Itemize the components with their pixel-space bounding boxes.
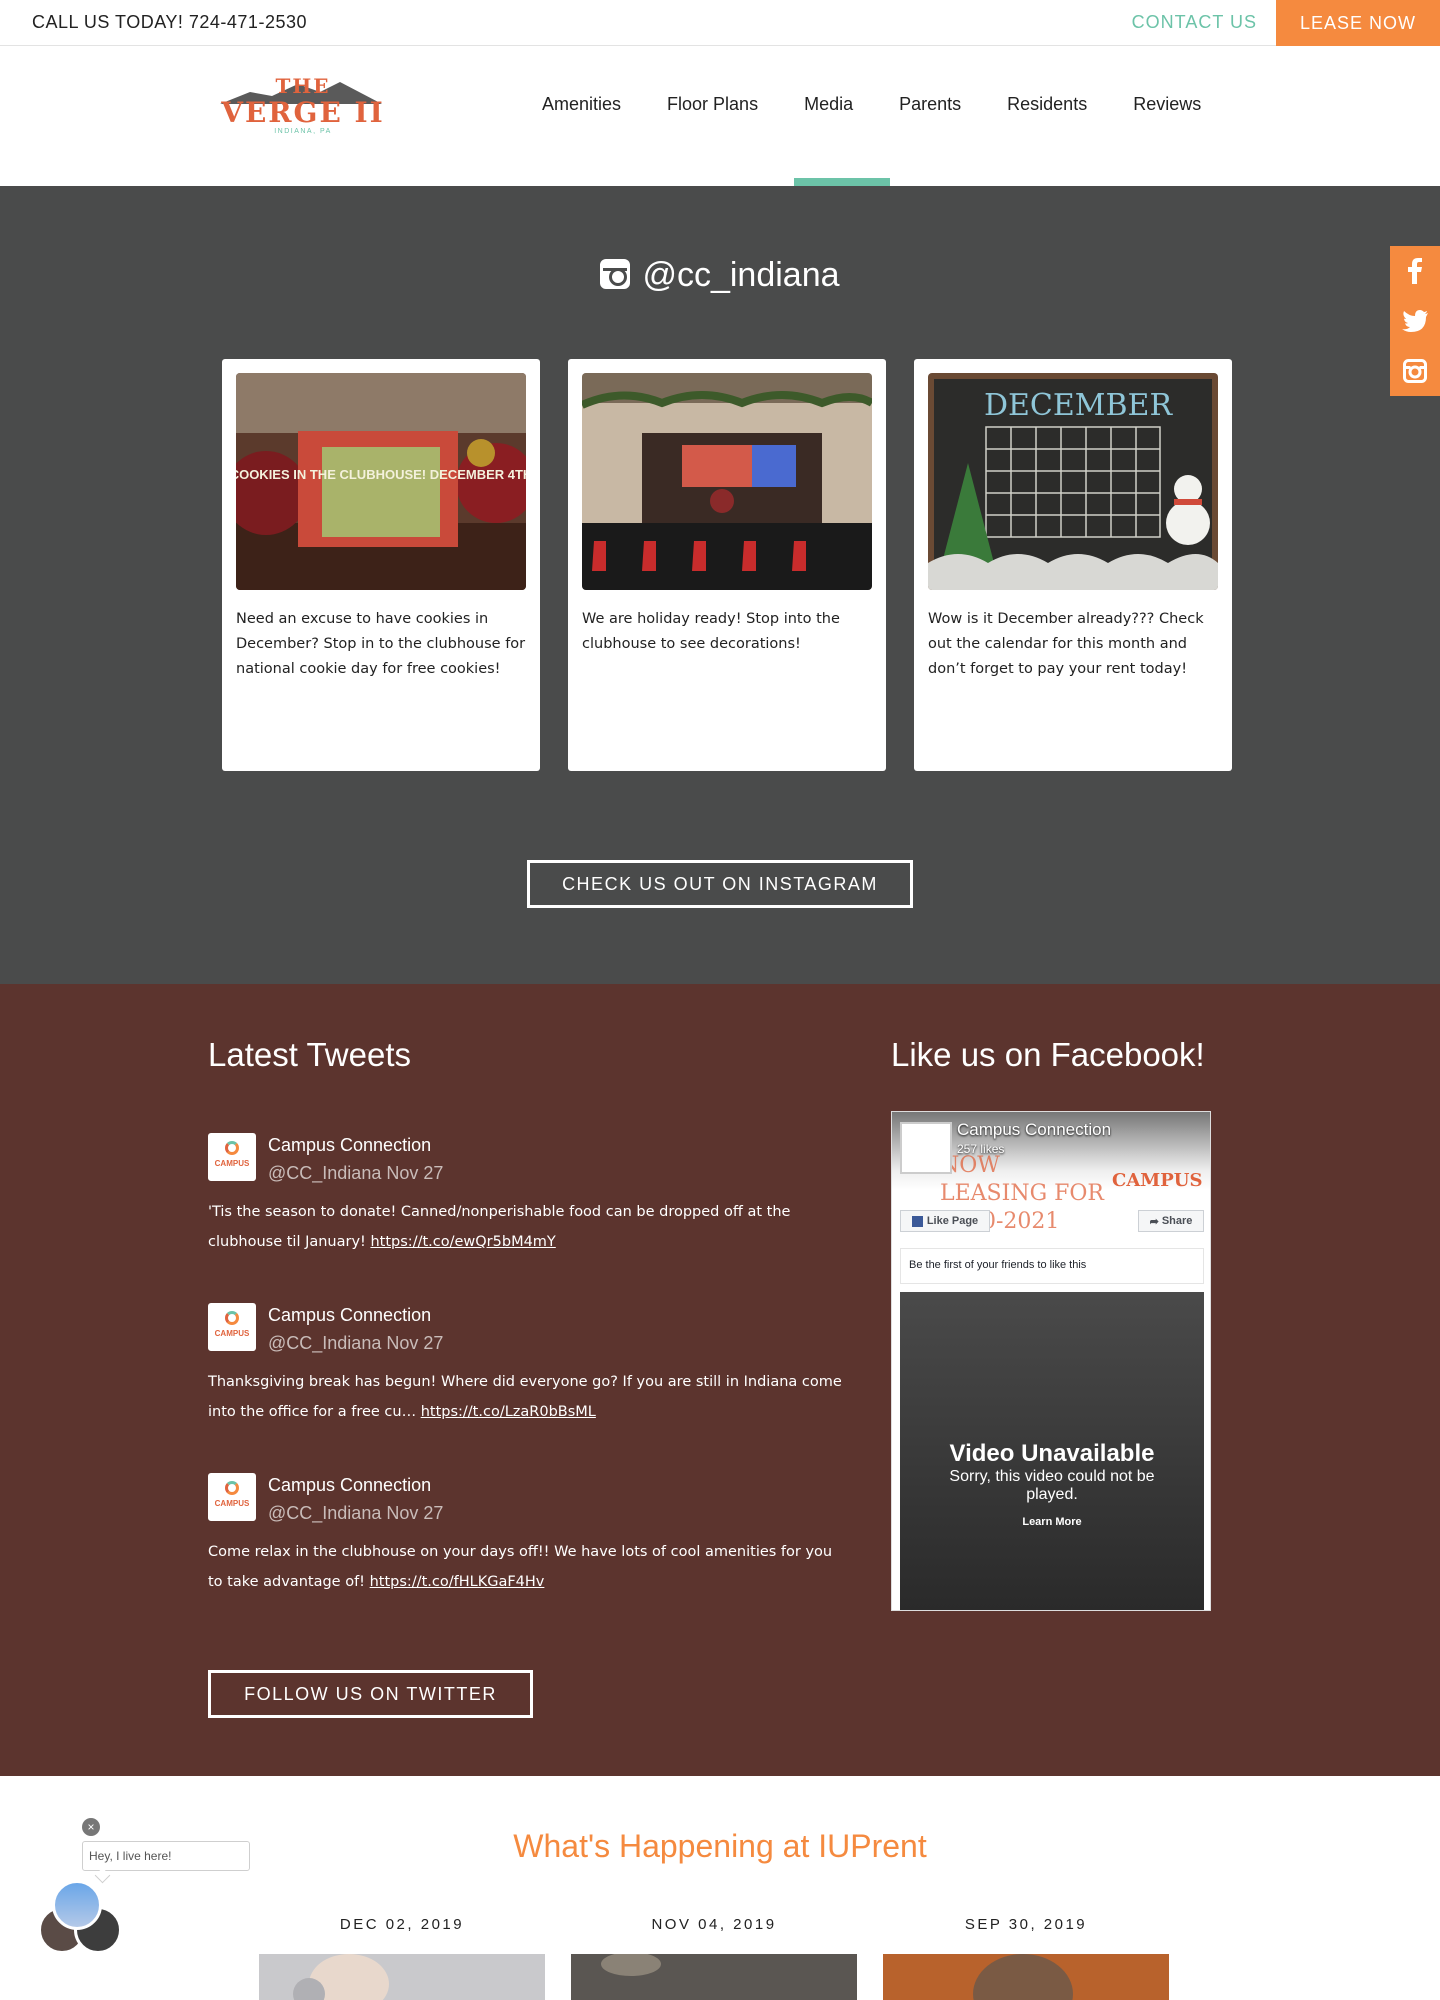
happenings-section: What's Happening at IUPrent DEC 02, 2019… [0,1776,1440,2000]
facebook-like-page-button[interactable]: Like Page [900,1210,990,1232]
social-sidebar [1390,246,1440,396]
tweet-text: Thanksgiving break has begun! Where did … [208,1374,842,1420]
instagram-post-card[interactable]: COOKIES IN THE CLUBHOUSE! DECEMBER 4TH N… [222,359,540,771]
instagram-icon [600,259,631,289]
share-arrow-icon: ➦ [1149,1215,1159,1228]
blog-post-card[interactable]: DEC 02, 2019 [259,1916,545,2000]
nav-parents[interactable]: Parents [899,94,961,115]
instagram-handle-text: @cc_indiana [642,256,840,294]
campus-logo-icon [225,1311,239,1325]
instagram-icon[interactable] [1390,346,1440,396]
facebook-page-avatar[interactable] [900,1122,952,1174]
nav-amenities[interactable]: Amenities [542,94,621,115]
blog-post-thumbnail[interactable] [259,1954,545,2000]
facebook-heading: Like us on Facebook! [891,1036,1205,1073]
campus-logo-icon [225,1141,239,1155]
tweet-text: 'Tis the season to donate! Canned/nonper… [208,1204,791,1250]
tweet-avatar[interactable]: CAMPUS [208,1133,256,1181]
tweet-item: CAMPUS Campus Connection @CC_Indiana Nov… [208,1473,848,1603]
tweet-avatar[interactable]: CAMPUS [208,1303,256,1351]
instagram-post-card[interactable]: We are holiday ready! Stop into the club… [568,359,886,771]
blog-post-date: NOV 04, 2019 [651,1916,777,1933]
nav-floor-plans[interactable]: Floor Plans [667,94,758,115]
instagram-post-card[interactable]: DECEMBER Wow is it December already??? C… [914,359,1232,771]
instagram-post-photo: COOKIES IN THE CLUBHOUSE! DECEMBER 4TH [236,373,526,590]
blog-post-card[interactable]: SEP 30, 2019 [883,1916,1169,2000]
tweet-link[interactable]: https://t.co/ewQr5bM4mY [370,1234,555,1250]
instagram-post-caption: We are holiday ready! Stop into the club… [582,611,840,652]
chat-greeting-bubble[interactable]: Hey, I live here! [82,1841,250,1871]
video-learn-more-link[interactable]: Learn More [900,1516,1204,1528]
nav-active-indicator [794,178,890,186]
tweet-avatar[interactable]: CAMPUS [208,1473,256,1521]
instagram-post-photo: DECEMBER [928,373,1218,590]
blog-post-date: DEC 02, 2019 [339,1916,465,1933]
nav-media[interactable]: Media [804,94,853,115]
contact-us-link[interactable]: CONTACT US [1132,12,1257,33]
nav-reviews[interactable]: Reviews [1133,94,1201,115]
video-unavailable-message: Sorry, this video could not be played. [949,1468,1155,1503]
instagram-post-caption: Wow is it December already??? Check out … [928,611,1204,677]
blog-post-date: SEP 30, 2019 [964,1916,1088,1933]
top-bar: CALL US TODAY! 724-471-2530 CONTACT US L… [0,0,1440,46]
blog-post-card[interactable]: NOV 04, 2019 [571,1916,857,2000]
cover-campus-logo: CAMPUS [1112,1170,1203,1191]
phone-number[interactable]: CALL US TODAY! 724-471-2530 [32,12,307,33]
nav-residents[interactable]: Residents [1007,94,1087,115]
facebook-video[interactable]: Video Unavailable Sorry, this video coul… [900,1292,1204,1610]
tweet-handle-date[interactable]: @CC_Indiana Nov 27 [268,1503,443,1524]
tweet-text: Come relax in the clubhouse on your days… [208,1544,833,1590]
tweet-author[interactable]: Campus Connection [268,1135,431,1156]
social-feed-section: Latest Tweets CAMPUS Campus Connection @… [0,984,1440,1776]
facebook-share-button[interactable]: ➦ Share [1138,1210,1204,1232]
tweet-handle-date[interactable]: @CC_Indiana Nov 27 [268,1163,443,1184]
instagram-handle[interactable]: @cc_indiana [0,256,1440,295]
logo-line-2: VERGE II [221,96,385,129]
chat-close-icon[interactable]: × [82,1818,100,1836]
instagram-section: @cc_indiana COOKIES IN THE CLUBHOUSE! DE… [0,186,1440,984]
campus-logo-icon [225,1481,239,1495]
tweet-link[interactable]: https://t.co/fHLKGaF4Hv [370,1574,545,1590]
tweet-author[interactable]: Campus Connection [268,1475,431,1496]
facebook-f-icon [911,1215,923,1227]
logo-line-3: INDIANA, PA [274,128,332,135]
latest-tweets-heading: Latest Tweets [208,1036,412,1073]
tweet-handle-date[interactable]: @CC_Indiana Nov 27 [268,1333,443,1354]
tweet-link[interactable]: https://t.co/LzaR0bBsML [421,1404,596,1420]
photo-text: DECEMBER [984,388,1173,423]
instagram-cta-button[interactable]: CHECK US OUT ON INSTAGRAM [527,860,913,908]
facebook-likes-count: 257 likes [957,1142,1005,1156]
instagram-post-photo [582,373,872,590]
twitter-icon[interactable] [1390,296,1440,346]
site-logo[interactable]: THE VERGE II INDIANA, PA [212,70,394,140]
blog-post-thumbnail[interactable] [883,1954,1169,2000]
tweet-author[interactable]: Campus Connection [268,1305,431,1326]
facebook-icon[interactable] [1390,246,1440,296]
facebook-page-name[interactable]: Campus Connection [957,1120,1111,1140]
facebook-friends-text: Be the first of your friends to like thi… [900,1248,1204,1284]
facebook-widget: NOW LEASING FOR 2020-2021 CAMPUS Campus … [891,1111,1211,1611]
lease-now-button[interactable]: LEASE NOW [1276,0,1440,46]
photo-text: COOKIES IN THE CLUBHOUSE! DECEMBER 4TH [236,467,526,482]
tweet-item: CAMPUS Campus Connection @CC_Indiana Nov… [208,1303,848,1433]
instagram-post-caption: Need an excuse to have cookies in Decemb… [236,611,526,677]
tweet-item: CAMPUS Campus Connection @CC_Indiana Nov… [208,1133,848,1263]
main-nav: Amenities Floor Plans Media Parents Resi… [542,94,1247,115]
chat-avatar[interactable] [52,1880,102,1930]
logo-line-1: THE [275,74,331,98]
video-unavailable-title: Video Unavailable [949,1440,1155,1467]
site-header: THE VERGE II INDIANA, PA Amenities Floor… [0,46,1440,186]
blog-post-thumbnail[interactable] [571,1954,857,2000]
follow-twitter-button[interactable]: FOLLOW US ON TWITTER [208,1670,533,1718]
